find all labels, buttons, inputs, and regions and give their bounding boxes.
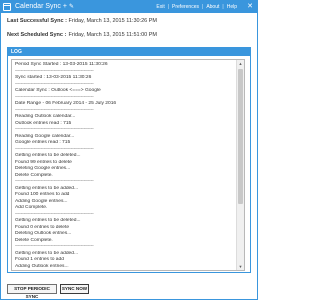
last-sync-value: Friday, March 13, 2015 11:30:26 PM [68,18,157,24]
close-icon[interactable]: ✕ [246,3,254,11]
app-window: Calendar Sync + ✎ Exit | Preferences | Ab… [0,0,258,300]
menu-separator: | [202,4,204,10]
menu-preferences[interactable]: Preferences [172,4,199,10]
log-content: Period Sync Started : 13-03-2015 11:30:2… [15,62,233,270]
scroll-up-arrow-icon[interactable]: ▲ [237,60,244,67]
app-title-text: Calendar Sync + [15,3,67,10]
log-panel: LOG Period Sync Started : 13-03-2015 11:… [7,47,251,273]
scroll-down-arrow-icon[interactable]: ▼ [237,263,244,270]
log-textbox[interactable]: Period Sync Started : 13-03-2015 11:30:2… [11,59,245,271]
last-sync-row: Last Successful Sync : Friday, March 13,… [7,16,157,26]
title-bar[interactable]: Calendar Sync + ✎ Exit | Preferences | Ab… [1,1,257,13]
scroll-thumb[interactable] [238,69,243,204]
next-sync-row: Next Scheduled Sync : Friday, March 13, … [7,30,157,40]
top-menu: Exit | Preferences | About | Help [156,3,237,11]
edit-pencil-icon: ✎ [68,4,74,10]
menu-separator: | [222,4,224,10]
sync-now-button[interactable]: SYNC NOW [60,284,89,294]
log-header: LOG [8,48,250,56]
next-sync-label: Next Scheduled Sync : [7,32,67,38]
menu-separator: | [167,4,170,10]
menu-about[interactable]: About [206,4,219,10]
app-title: Calendar Sync + ✎ [15,2,74,12]
next-sync-value: Friday, March 13, 2015 11:51:00 PM [68,32,157,38]
last-sync-label: Last Successful Sync : [7,18,67,24]
log-scrollbar[interactable]: ▲ ▼ [236,60,244,270]
menu-help[interactable]: Help [227,4,237,10]
log-line: Adding Outlook entries... [15,263,69,269]
menu-exit[interactable]: Exit [156,4,164,10]
stop-periodic-sync-button[interactable]: STOP PERIODIC SYNC [7,284,57,299]
calendar-app-icon [3,3,11,11]
